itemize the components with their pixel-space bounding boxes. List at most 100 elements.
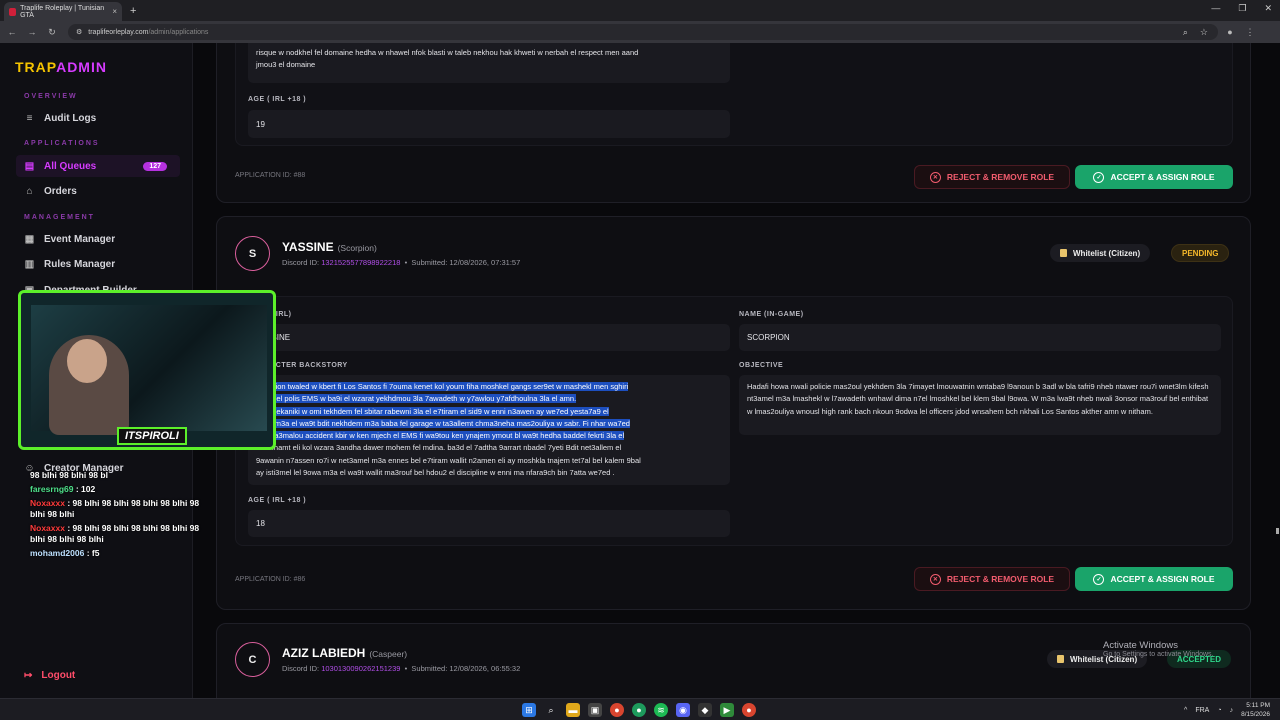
favicon-icon <box>9 7 17 16</box>
sidebar-item-event-manager[interactable]: ▦ Event Manager <box>24 234 115 245</box>
application-fields: risque w nodkhel fel domaine hedha w nha… <box>235 43 1233 146</box>
queue-count-badge: 127 <box>143 161 167 171</box>
discord-icon[interactable]: ◉ <box>676 703 690 717</box>
sidebar-item-orders[interactable]: ⌂ Orders <box>24 186 76 197</box>
chat-message: faresrng69 : 102 <box>30 484 96 494</box>
back-icon[interactable]: ← <box>4 27 20 37</box>
applicant-name: YASSINE (Scorpion) <box>282 240 377 254</box>
chrome-active-icon[interactable]: ● <box>742 703 756 717</box>
reject-remove-role-button[interactable]: ✕ REJECT & REMOVE ROLE <box>914 165 1070 189</box>
reject-icon: ✕ <box>929 573 941 585</box>
chat-message: mohamd2006 : f5 <box>30 548 100 558</box>
url-bar[interactable]: ⚙ traplifeorleplay.com/admin/application… <box>68 24 1218 40</box>
app-logo[interactable]: TRAPADMIN <box>15 59 107 75</box>
backstory-field[interactable]: risque w nodkhel fel domaine hedha w nha… <box>248 43 730 83</box>
accept-assign-role-button[interactable]: ✓ ACCEPT & ASSIGN ROLE <box>1075 165 1233 189</box>
browser-tabbar: Traplife Roleplay | Tunisian GTA × + — ❐… <box>0 0 1280 21</box>
avatar: C <box>235 642 270 677</box>
application-card-86: S YASSINE (Scorpion) Discord ID: 13215255… <box>216 216 1251 610</box>
chat-message: Noxaxxx : 98 blhi 98 blhi 98 blhi 98 blh… <box>30 523 200 544</box>
terminal-icon[interactable]: ▶ <box>720 703 734 717</box>
spotify-icon[interactable]: ≋ <box>654 703 668 717</box>
url-domain: traplifeorleplay.com <box>88 28 149 36</box>
maximize-icon[interactable]: ❐ <box>1238 3 1246 14</box>
site-info-icon[interactable]: ⚙ <box>76 28 82 36</box>
tray-chevron-icon[interactable]: ^ <box>1184 707 1187 714</box>
applicant-meta: Discord ID: 1321525577898922218 • Submit… <box>282 258 521 267</box>
book-icon: ▥ <box>24 259 35 270</box>
application-card-88: risque w nodkhel fel domaine hedha w nha… <box>216 43 1251 203</box>
activate-windows-watermark: Activate Windows Go to Settings to activa… <box>1103 640 1214 658</box>
zoom-icon[interactable]: ⌕ <box>1183 27 1188 38</box>
name-ingame-label: NAME (IN-GAME) <box>739 311 804 318</box>
clock[interactable]: 5:11 PM 8/15/2026 <box>1241 701 1270 719</box>
check-icon: ✓ <box>1093 171 1105 183</box>
streamer-name: ITSPIROLI <box>117 427 187 445</box>
address-bar-row: ← → ↻ ⚙ traplifeorleplay.com/admin/appli… <box>0 21 1280 43</box>
tab-title: Traplife Roleplay | Tunisian GTA <box>20 4 105 19</box>
age-field[interactable]: 19 <box>248 110 730 138</box>
name-irl-field[interactable]: YASSINE <box>248 324 730 351</box>
sidebar-item-rules-manager[interactable]: ▥ Rules Manager <box>24 259 115 270</box>
discord-id[interactable]: 1030130090262151239 <box>321 664 400 673</box>
chat-message: 98 blhi 98 blhi 98 bl <box>30 470 108 480</box>
streamer-head <box>67 339 107 383</box>
discord-id[interactable]: 1321525577898922218 <box>321 258 400 267</box>
application-type-badge: Whitelist (Citizen) <box>1050 244 1151 262</box>
network-icon[interactable]: ◔ <box>1217 707 1221 714</box>
sidebar-item-audit-logs[interactable]: ≡ Audit Logs <box>24 113 97 124</box>
logout-icon: ↦ <box>24 670 33 681</box>
application-card-next: C AZIZ LABIEDH (Caspeer) Discord ID: 1030… <box>216 623 1251 698</box>
objective-label: OBJECTIVE <box>739 362 784 369</box>
sidebar-item-all-queues[interactable]: ▤ All Queues 127 <box>16 155 180 177</box>
start-icon[interactable]: ⊞ <box>522 703 536 717</box>
age-label: AGE ( IRL +18 ) <box>248 96 307 103</box>
stream-chat: 98 blhi 98 blhi 98 bl faresrng69 : 102 N… <box>30 470 200 562</box>
cart-icon: ⌂ <box>26 186 33 197</box>
chrome-alt-icon[interactable]: ● <box>632 703 646 717</box>
search-icon[interactable]: ⌕ <box>544 703 558 717</box>
profile-icon[interactable]: ● <box>1222 27 1238 37</box>
reject-icon: ✕ <box>929 171 941 183</box>
url-path: /admin/applications <box>148 28 209 36</box>
page-scrollbar[interactable] <box>1276 528 1279 534</box>
logout-button[interactable]: ↦ Logout <box>24 670 75 681</box>
applicant-nickname: (Scorpion) <box>337 243 377 253</box>
chrome-icon[interactable]: ● <box>610 703 624 717</box>
chat-message: Noxaxxx : 98 blhi 98 blhi 98 blhi 98 blh… <box>30 498 200 519</box>
application-id: APPLICATION ID: #88 <box>235 172 306 179</box>
age-label: AGE ( IRL +18 ) <box>248 497 307 504</box>
document-icon <box>1057 655 1064 663</box>
reload-icon[interactable]: ↻ <box>44 27 60 38</box>
application-fields: NAME (IRL) YASSINE NAME (IN-GAME) SCORPI… <box>235 296 1233 546</box>
file-explorer-icon[interactable]: ▬ <box>566 703 580 717</box>
language-indicator[interactable]: FRA <box>1195 707 1209 714</box>
applicant-meta: Discord ID: 1030130090262151239 • Submit… <box>282 664 521 673</box>
section-applications: APPLICATIONS <box>24 140 100 147</box>
minimize-icon[interactable]: — <box>1211 3 1220 14</box>
objective-field[interactable]: Hadafi howa nwali policie mas2oul yekhde… <box>739 375 1221 435</box>
accept-assign-role-button[interactable]: ✓ ACCEPT & ASSIGN ROLE <box>1075 567 1233 591</box>
new-tab-button[interactable]: + <box>130 5 136 17</box>
app-icon[interactable]: ◆ <box>698 703 712 717</box>
bookmark-star-icon[interactable]: ☆ <box>1200 27 1208 38</box>
backstory-field[interactable]: Scorpion twaled w kbert fi Los Santos fi… <box>248 375 730 485</box>
status-badge: PENDING <box>1171 244 1230 262</box>
menu-icon[interactable]: ⋮ <box>1242 27 1258 38</box>
application-id: APPLICATION ID: #86 <box>235 576 306 583</box>
close-window-icon[interactable]: ✕ <box>1264 3 1272 14</box>
volume-icon[interactable]: ♪ <box>1230 707 1234 714</box>
calendar-icon: ▦ <box>24 234 35 245</box>
queue-icon: ▤ <box>24 160 35 172</box>
windows-taskbar: ⊞ ⌕ ▬ ▣ ● ● ≋ ◉ ◆ ▶ ● ^ FRA ◔ ♪ 5:11 PM 8… <box>0 698 1280 720</box>
forward-icon[interactable]: → <box>24 27 40 37</box>
reject-remove-role-button[interactable]: ✕ REJECT & REMOVE ROLE <box>914 567 1070 591</box>
tab-close-icon[interactable]: × <box>112 7 117 16</box>
age-field[interactable]: 18 <box>248 510 730 537</box>
applicant-nickname: (Caspeer) <box>369 649 408 659</box>
section-overview: OVERVIEW <box>24 93 78 100</box>
applicant-name: AZIZ LABIEDH (Caspeer) <box>282 646 408 660</box>
name-ingame-field[interactable]: SCORPION <box>739 324 1221 351</box>
store-icon[interactable]: ▣ <box>588 703 602 717</box>
browser-tab[interactable]: Traplife Roleplay | Tunisian GTA × <box>4 2 122 21</box>
